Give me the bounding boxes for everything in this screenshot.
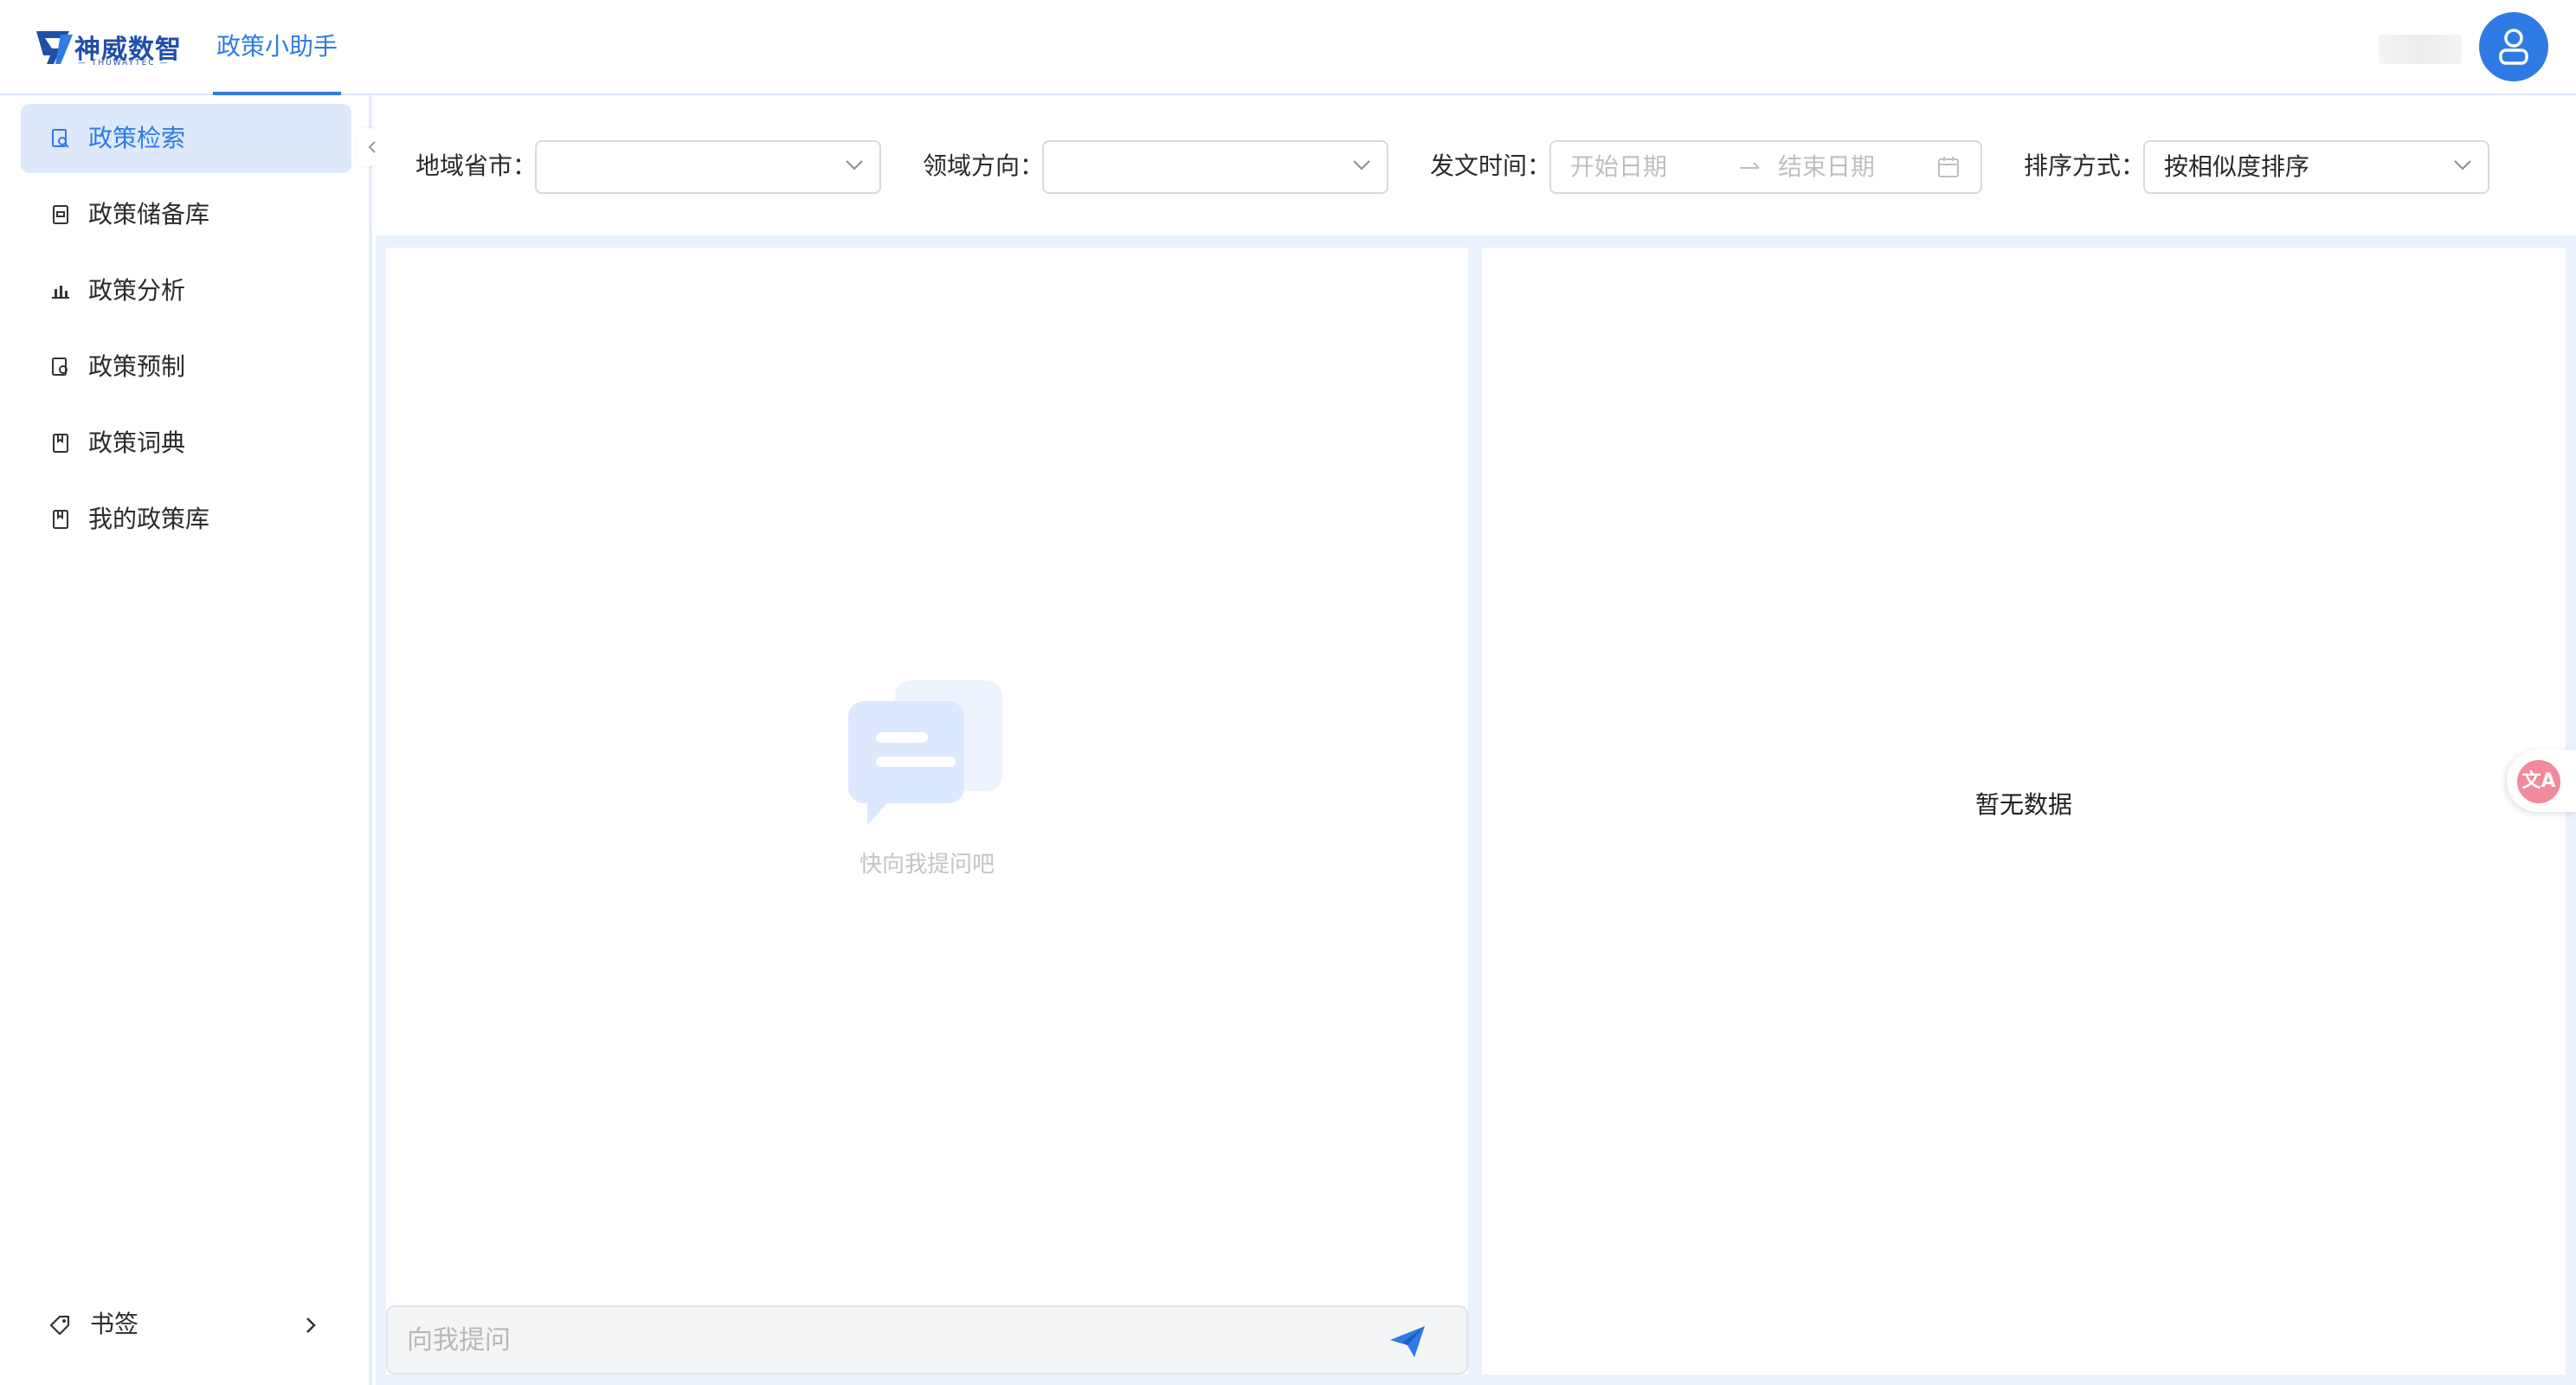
chevron-down-icon: [2454, 160, 2471, 171]
chat-panel: 快向我提问吧: [386, 248, 1468, 1375]
sidebar-item-label: 我的政策库: [88, 505, 210, 533]
chevron-right-icon: [306, 1317, 316, 1333]
bookmark-label: 书签: [90, 1310, 139, 1338]
question-input[interactable]: [407, 1307, 1359, 1373]
sort-select[interactable]: 按相似度排序: [2143, 140, 2489, 194]
header-placeholder: [2379, 35, 2462, 64]
sort-label: 排序方式：: [2024, 151, 2146, 180]
sidebar-item-policy-search[interactable]: 政策检索: [21, 104, 351, 173]
date-end-input[interactable]: 结束日期: [1778, 142, 1875, 192]
archive-icon: [53, 205, 68, 224]
sidebar-item-label: 政策检索: [88, 124, 186, 152]
sidebar-item-policy-analysis[interactable]: 政策分析: [21, 256, 351, 325]
top-header: 神威数智 — THUWAYTEC — 政策小助手: [0, 0, 2576, 95]
search-doc-icon: [52, 129, 69, 148]
sidebar-item-label: 政策词典: [88, 428, 186, 457]
tag-icon: [49, 1315, 70, 1336]
sidebar-item-policy-dictionary[interactable]: 政策词典: [21, 409, 351, 478]
user-avatar[interactable]: [2479, 12, 2548, 81]
chevron-down-icon: [1353, 160, 1370, 171]
app-root: 神威数智 — THUWAYTEC — 政策小助手 政策检索 政策储备库 政策分析…: [0, 0, 2576, 1385]
sidebar-item-policy-reserve[interactable]: 政策储备库: [21, 180, 351, 249]
chevron-down-icon: [846, 160, 863, 171]
date-start-input[interactable]: 开始日期: [1570, 142, 1667, 192]
logo-mark-icon: [36, 31, 73, 64]
sidebar-item-policy-prefab[interactable]: 政策预制: [21, 332, 351, 402]
send-icon[interactable]: [1388, 1324, 1426, 1359]
region-select[interactable]: [535, 140, 881, 194]
tab-policy-assistant[interactable]: 政策小助手: [213, 0, 342, 95]
region-label: 地域省市：: [415, 151, 538, 180]
sidebar-item-label: 政策分析: [88, 276, 186, 305]
arrow-right-icon: [1740, 162, 1760, 169]
doc-gear-icon: [52, 358, 68, 376]
calendar-icon: [1938, 157, 1959, 177]
book-icon: [53, 434, 68, 453]
field-select[interactable]: [1042, 140, 1388, 194]
filter-bar: 地域省市： 领域方向： 发文时间： 开始日期 结束日期 排序方式： 按相似度排序: [376, 97, 2576, 235]
translate-icon: 文A: [2517, 760, 2560, 803]
book-icon: [53, 510, 68, 529]
chat-empty-text: 快向我提问吧: [859, 852, 995, 878]
date-label: 发文时间：: [1430, 151, 1552, 180]
translate-button[interactable]: 文A: [2507, 750, 2576, 812]
bar-chart-icon: [52, 286, 69, 299]
sidebar-item-label: 政策储备库: [88, 200, 210, 229]
brand-subtitle: — THUWAYTEC —: [78, 59, 170, 68]
user-icon: [2499, 29, 2528, 65]
field-label: 领域方向：: [923, 151, 1045, 180]
sidebar: 政策检索 政策储备库 政策分析 政策预制 政策词典 我的政策库 书签: [0, 95, 372, 1385]
no-data-text: 暂无数据: [1974, 790, 2072, 819]
sidebar-item-label: 政策预制: [88, 352, 186, 381]
bookmark-toggle[interactable]: 书签: [21, 1298, 351, 1350]
date-range-picker[interactable]: 开始日期 结束日期: [1549, 140, 1982, 194]
chat-bubbles-icon: [848, 680, 1002, 826]
brand-logo[interactable]: 神威数智 — THUWAYTEC —: [35, 26, 181, 73]
chat-input-box[interactable]: [386, 1305, 1468, 1375]
sidebar-item-my-policy-library[interactable]: 我的政策库: [21, 485, 351, 554]
results-panel: 暂无数据: [1482, 248, 2566, 1375]
sort-value: 按相似度排序: [2164, 152, 2310, 181]
